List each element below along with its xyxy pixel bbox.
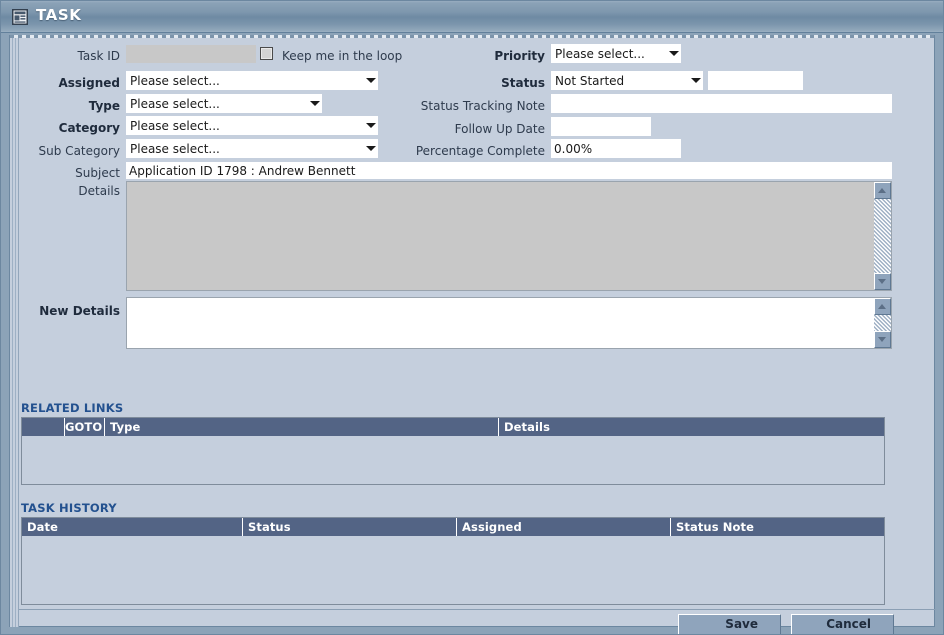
- task-dialog-window: TASK Task ID Keep me in the loop Priorit…: [0, 0, 944, 635]
- window-border: [0, 0, 944, 635]
